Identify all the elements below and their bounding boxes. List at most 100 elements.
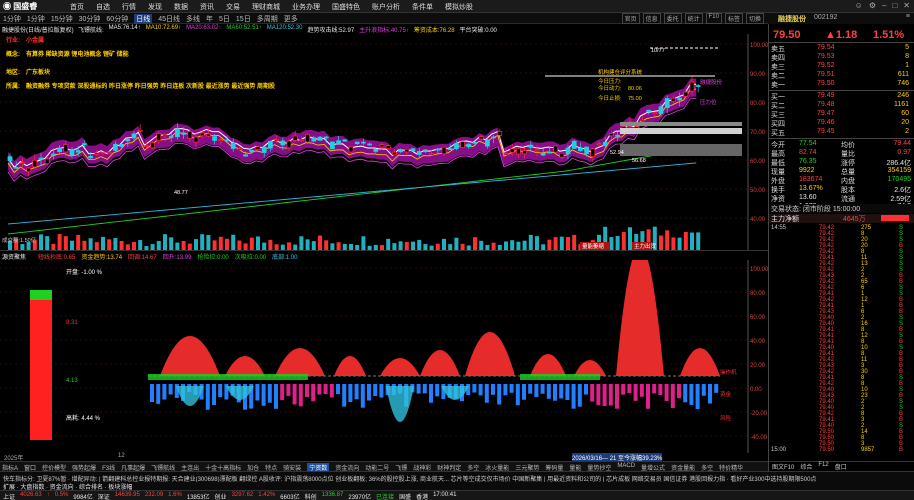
user-icon[interactable]: ☺ bbox=[855, 1, 863, 10]
candle bbox=[224, 139, 230, 142]
candle bbox=[125, 138, 131, 142]
menu-item[interactable]: 理财商城 bbox=[252, 2, 280, 12]
bid-row[interactable]: 买四 79.46 20 bbox=[769, 119, 914, 128]
candle bbox=[150, 142, 155, 149]
period-tab[interactable]: 15分钟 bbox=[51, 14, 73, 24]
settings-icon[interactable]: ⚙ bbox=[869, 1, 876, 10]
histogram-bar bbox=[553, 384, 557, 401]
histogram-bar bbox=[472, 384, 477, 393]
volume-bar bbox=[231, 234, 236, 250]
bid-label: 买五 bbox=[771, 130, 785, 137]
toolbar-button[interactable]: 官页 bbox=[621, 13, 640, 24]
menu-item[interactable]: 国盛特色 bbox=[332, 2, 360, 12]
candlestick-chart[interactable]: 100.00 90.00 80.00 70.00 60.00 50.00 40.00 行业: 小… bbox=[0, 34, 768, 250]
news-ticker[interactable]: 快车指标分: 卫夏87%暂 · 增配异动: | 箭翻建科总控业报特期报: 天合建… bbox=[0, 471, 914, 482]
status-item: ↑ bbox=[46, 492, 50, 498]
stock-header: 融捷股份 002192 ≡ bbox=[768, 13, 914, 24]
candle bbox=[336, 140, 341, 145]
ask-row[interactable]: 卖五 79.54 5 bbox=[769, 44, 914, 53]
period-tab[interactable]: 多线 bbox=[186, 14, 200, 24]
bid-row[interactable]: 买三 79.47 60 bbox=[769, 110, 914, 119]
menu-item[interactable]: 自选 bbox=[96, 2, 110, 12]
period-tab[interactable]: 年 bbox=[206, 14, 213, 24]
period-tab[interactable]: 5日 bbox=[219, 14, 230, 24]
bid-row[interactable]: 买一 79.49 246 bbox=[769, 92, 914, 101]
menu-icon[interactable]: ≡ bbox=[906, 13, 910, 20]
period-tab[interactable]: 15日 bbox=[236, 14, 251, 24]
bid-row[interactable]: 买二 79.48 1161 bbox=[769, 101, 914, 110]
period-tab[interactable]: 1分钟 bbox=[27, 14, 45, 24]
menu-item[interactable]: 数据 bbox=[174, 2, 188, 12]
menu-item[interactable]: 模拟炒股 bbox=[445, 2, 473, 12]
histogram-bar bbox=[577, 384, 582, 407]
menu-item[interactable]: 交易 bbox=[226, 2, 240, 12]
menu-item[interactable]: 首页 bbox=[70, 2, 84, 12]
period-tab[interactable]: 日线 bbox=[134, 14, 153, 24]
menu-item[interactable]: 账户分析 bbox=[372, 2, 400, 12]
toolbar-button[interactable]: 委托 bbox=[663, 13, 682, 24]
stat-value: 77.54 bbox=[799, 140, 817, 147]
volume-bar bbox=[411, 241, 415, 250]
candle bbox=[596, 143, 602, 146]
ma-legend-item: MA5:76.14↑ bbox=[108, 25, 141, 31]
histogram-bar bbox=[367, 384, 371, 401]
period-tab[interactable]: 45日线 bbox=[158, 14, 180, 24]
candle bbox=[522, 150, 527, 155]
stock-annotation-label: 所属: bbox=[6, 82, 20, 90]
ask-row[interactable]: 卖四 79.53 8 bbox=[769, 53, 914, 62]
period-tab[interactable]: 多周期 bbox=[257, 14, 278, 24]
status-item: 3297.62 bbox=[231, 492, 254, 498]
toolbar-button[interactable]: 统计 bbox=[684, 13, 703, 24]
histogram-bar bbox=[342, 384, 347, 407]
gauge-open: 开盘: -1.00 % bbox=[66, 268, 103, 276]
ask-row[interactable]: 卖一 79.50 746 bbox=[769, 80, 914, 89]
volume-bar bbox=[299, 236, 304, 250]
toolbar-button[interactable]: 标签 bbox=[724, 13, 743, 24]
close-icon[interactable]: ✕ bbox=[903, 1, 910, 10]
histogram-bar bbox=[540, 384, 545, 394]
volume-bar bbox=[553, 237, 558, 250]
menu-item[interactable]: 行情 bbox=[122, 2, 136, 12]
indicator-chart[interactable]: 100.00 80.00 60.00 40.00 20.00 0.00 -20.00 -40.… bbox=[0, 260, 768, 453]
ask-row[interactable]: 卖二 79.51 611 bbox=[769, 71, 914, 80]
candle bbox=[280, 140, 286, 146]
quick-link[interactable]: 扩展 · 大盘指数 · 资金流向 · 综合排名 · 板块涨幅 bbox=[3, 482, 132, 490]
logo-icon: ◉ bbox=[3, 2, 11, 11]
bid-row[interactable]: 买五 79.45 2 bbox=[769, 128, 914, 137]
status-item: 0.5% bbox=[54, 492, 69, 498]
panel-tab[interactable]: F12 bbox=[818, 462, 828, 471]
candle bbox=[491, 136, 496, 139]
menu-item[interactable]: 条件单 bbox=[412, 2, 433, 12]
panel-tab[interactable]: 盘口 bbox=[835, 462, 847, 471]
volume-bar bbox=[504, 241, 508, 250]
ask-volume: 8 bbox=[905, 53, 909, 60]
candle bbox=[181, 132, 186, 135]
panel-tab[interactable]: 综合 bbox=[800, 462, 812, 471]
menu-item[interactable]: 业务办理 bbox=[292, 2, 320, 12]
period-tab[interactable]: 60分钟 bbox=[106, 14, 128, 24]
toolbar-button[interactable]: 信息 bbox=[642, 13, 661, 24]
tick-row: 15:00 79.50 9857 B bbox=[769, 447, 914, 453]
status-bar: 上证 4026.63 ↑ 0.5% 9984亿 深证 14639.95 232.09 1.6% 1… bbox=[0, 490, 914, 500]
toolbar-button[interactable]: 切换 bbox=[745, 13, 764, 24]
stat-value: 9922 bbox=[799, 167, 815, 174]
menu-item[interactable]: 发现 bbox=[148, 2, 162, 12]
price-axis-label: 40.00 bbox=[750, 217, 766, 223]
menu-item[interactable]: 资讯 bbox=[200, 2, 214, 12]
candle bbox=[540, 152, 546, 156]
volume-bar bbox=[194, 239, 198, 250]
period-tab[interactable]: 更多 bbox=[284, 14, 298, 24]
candle bbox=[82, 143, 87, 146]
ask-row[interactable]: 卖三 79.52 1 bbox=[769, 62, 914, 71]
maximize-icon[interactable]: □ bbox=[892, 1, 897, 10]
histogram-bar bbox=[652, 384, 657, 394]
panel-tab[interactable]: 图文F10 bbox=[772, 462, 794, 471]
volume-bar bbox=[547, 239, 552, 250]
minimize-icon[interactable]: – bbox=[882, 1, 886, 10]
candle bbox=[292, 135, 298, 141]
toolbar-button[interactable]: F10 bbox=[705, 13, 722, 24]
period-tab[interactable]: 1分钟 bbox=[3, 14, 21, 24]
candle bbox=[416, 151, 422, 155]
period-tab[interactable]: 30分钟 bbox=[79, 14, 101, 24]
candle bbox=[44, 158, 50, 164]
